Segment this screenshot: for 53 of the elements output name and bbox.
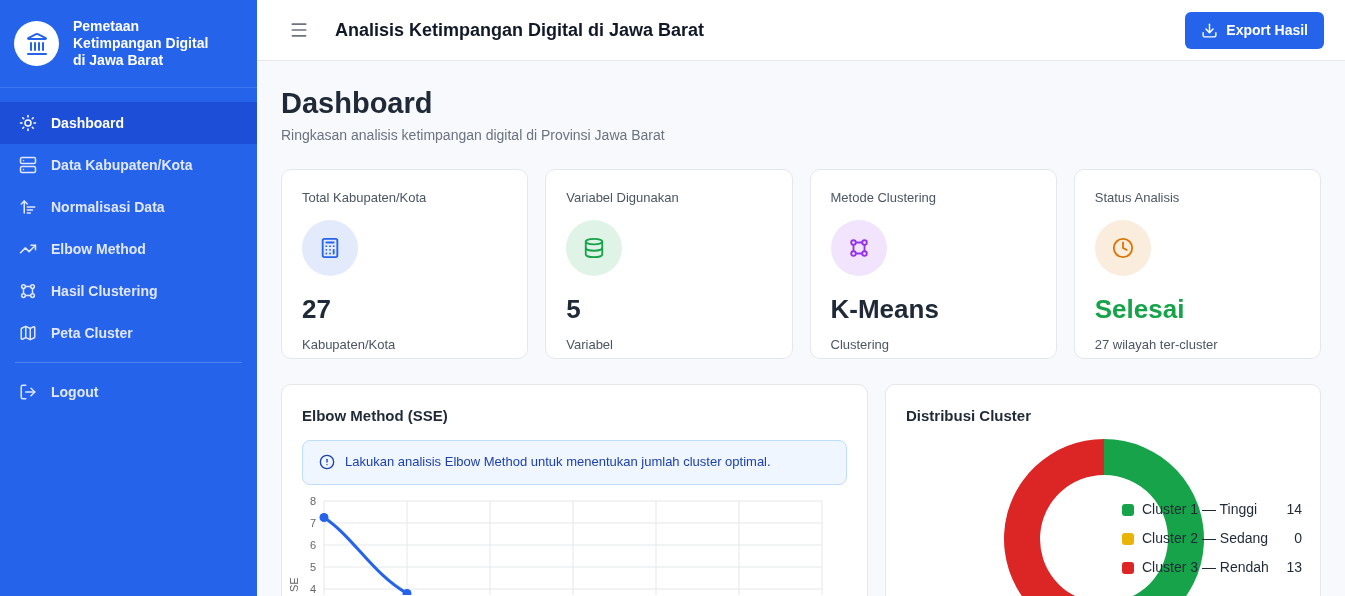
download-icon — [1201, 21, 1219, 39]
stat-label: Metode Clustering — [830, 189, 937, 207]
axis-tick-label: 4 — [309, 582, 316, 595]
nodes-icon — [847, 236, 870, 259]
stat-value: 5 — [566, 292, 582, 326]
clock-icon — [1111, 236, 1134, 259]
sun-icon — [19, 114, 37, 132]
legend-value: 14 — [1285, 500, 1302, 519]
stat-caption: Kabupaten/Kota — [302, 335, 397, 354]
sidebar-item[interactable]: Dashboard — [0, 102, 257, 144]
stat-label: Status Analisis — [1094, 189, 1181, 207]
axis-tick-label: 6 — [309, 538, 316, 551]
app-title: Pemetaan Ketimpangan Digital di Jawa Barat — [73, 18, 210, 69]
axis-tick-label: 8 — [309, 494, 316, 507]
stat-caption: Variabel — [566, 335, 614, 354]
page-subtitle: Ringkasan analisis ketimpangan digital di Provinsi Jawa Barat — [281, 126, 666, 145]
sort-icon — [19, 198, 37, 216]
legend-swatch — [1122, 532, 1134, 545]
legend-swatch — [1122, 503, 1134, 516]
alert-icon — [319, 454, 335, 470]
card-title: Distribusi Cluster — [906, 406, 1033, 426]
logout-icon — [19, 383, 37, 401]
axis-tick-label: 7 — [309, 516, 316, 529]
server-icon — [19, 156, 37, 174]
stat-caption: 27 wilayah ter-cluster — [1094, 335, 1219, 354]
export-button[interactable]: Export Hasil — [1185, 11, 1324, 49]
alert-text: Lakukan analisis Elbow Method untuk menentukan jumlah cluster optimal. — [345, 453, 771, 472]
stat-label: Variabel Digunakan — [566, 189, 680, 207]
stat-label: Total Kabupaten/Kota — [302, 189, 428, 207]
stat-value: K-Means — [830, 292, 940, 326]
menu-button[interactable] — [289, 20, 309, 40]
sidebar-item[interactable]: Data Kabupaten/Kota — [0, 144, 257, 186]
logout-link[interactable]: Logout — [0, 371, 257, 413]
legend-value: 13 — [1285, 558, 1302, 577]
card-title: Elbow Method (SSE) — [302, 406, 449, 426]
sidebar-item[interactable]: Hasil Clustering — [0, 270, 257, 312]
sidebar-item[interactable]: Peta Cluster — [0, 312, 257, 354]
database-icon — [583, 236, 606, 259]
header-title: Analisis Ketimpangan Digital di Jawa Barat — [335, 18, 705, 42]
page-title: Dashboard — [281, 86, 434, 121]
logo-icon — [14, 21, 59, 66]
axis-tick-label: 5 — [309, 560, 316, 573]
axis-label: SE — [288, 576, 300, 592]
stat-value: Selesai — [1094, 292, 1186, 326]
legend-swatch — [1122, 561, 1134, 574]
map-icon — [19, 324, 37, 342]
sidebar-item[interactable]: Elbow Method — [0, 228, 257, 270]
calculator-icon — [319, 236, 341, 259]
nodes-icon — [19, 282, 37, 300]
stat-value: 27 — [302, 292, 332, 326]
stat-caption: Clustering — [830, 335, 891, 354]
sidebar-item[interactable]: Normalisasi Data — [0, 186, 257, 228]
legend-value: 0 — [1293, 529, 1302, 548]
